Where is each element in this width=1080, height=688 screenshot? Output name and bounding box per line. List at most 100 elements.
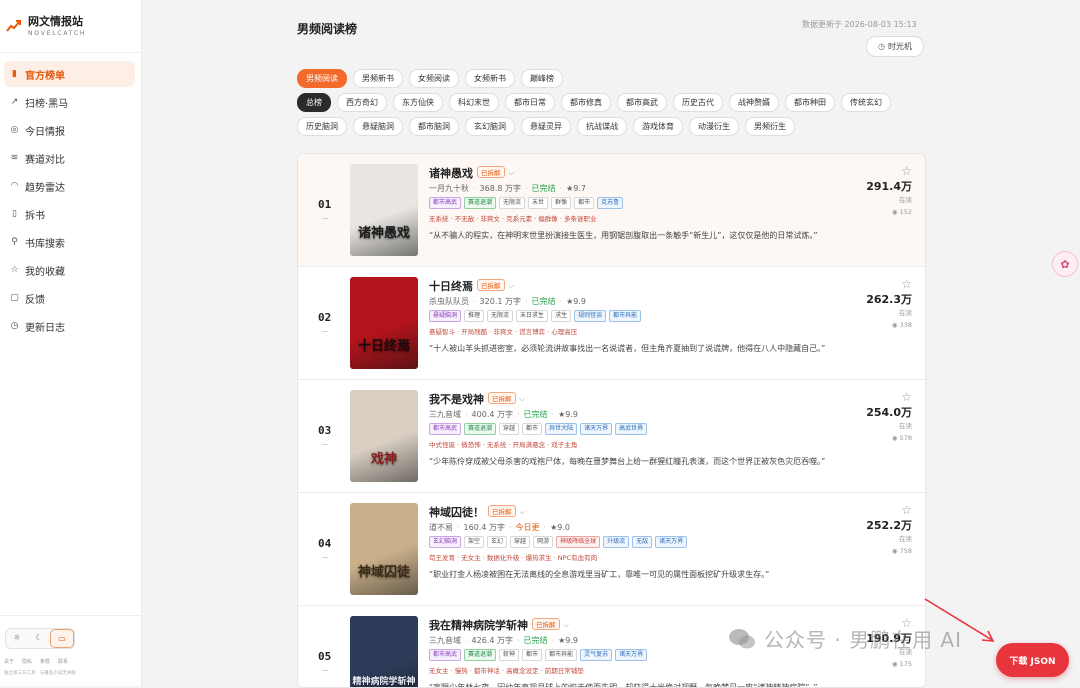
favorite-star-icon[interactable]: ☆	[901, 277, 912, 291]
sidebar-item-3[interactable]: ≋ 赛道对比	[4, 145, 135, 171]
footer-link[interactable]: 隐私	[22, 658, 32, 665]
rank-type-tab[interactable]: 男频新书	[353, 69, 403, 88]
brand[interactable]: 网文情报站 NOVELCATCH	[0, 0, 141, 53]
book-tag[interactable]: 架空	[464, 536, 485, 548]
sidebar-item-4[interactable]: ◠ 趋势雷达	[4, 173, 135, 199]
category-tab[interactable]: 东方仙侠	[393, 93, 443, 112]
book-author[interactable]: 道不易	[429, 523, 453, 532]
category-tab[interactable]: 都市高武	[617, 93, 667, 112]
book-title[interactable]: 神域囚徒！ 已拆解 ⌵	[429, 504, 525, 520]
split-badge[interactable]: 已拆解	[488, 392, 516, 404]
sidebar-item-7[interactable]: ☆ 我的收藏	[4, 257, 135, 283]
split-badge[interactable]: 已拆解	[477, 279, 505, 291]
category-tab[interactable]: 都市修真	[561, 93, 611, 112]
footer-link[interactable]: 关于	[4, 658, 14, 665]
book-tag[interactable]: 求生	[551, 310, 572, 322]
book-tag[interactable]: 都市高武	[429, 197, 462, 209]
book-tag[interactable]: 诸天万界	[655, 536, 688, 548]
book-tag[interactable]: 穿越	[499, 423, 520, 435]
book-tag[interactable]: 诸天万界	[615, 649, 648, 661]
book-tag[interactable]: 斩神	[499, 649, 520, 661]
dark-theme-icon[interactable]: ☾	[28, 629, 50, 646]
book-cover[interactable]: 神域囚徒	[350, 503, 418, 595]
category-tab[interactable]: 都市种田	[785, 93, 835, 112]
book-tag[interactable]: 诸天万界	[580, 423, 613, 435]
rank-type-tab[interactable]: 男频阅读	[297, 69, 347, 88]
rank-type-tab[interactable]: 巅峰榜	[521, 69, 563, 88]
book-tag[interactable]: 克苏鲁	[597, 197, 624, 209]
footer-link[interactable]: 条款	[40, 658, 50, 665]
chevron-down-icon[interactable]: ⌵	[520, 508, 525, 516]
sidebar-item-5[interactable]: ▯ 拆书	[4, 201, 135, 227]
system-theme-icon[interactable]: ▭	[50, 629, 74, 648]
sidebar-item-9[interactable]: ◷ 更新日志	[4, 313, 135, 339]
sidebar-item-0[interactable]: ▮ 官方榜单	[4, 61, 135, 87]
book-tag[interactable]: 赛道退潮	[464, 649, 497, 661]
book-tag[interactable]: 无限流	[499, 197, 526, 209]
book-row[interactable]: 01— 诸神愚戏 诸神愚戏 已拆解 ⌵ 一月九十秋 · 368.8 万字 · 已完结 · ★9.7 都市…	[298, 154, 925, 267]
book-tag[interactable]: 灵气复苏	[580, 649, 613, 661]
category-tab[interactable]: 悬疑脑洞	[353, 117, 403, 136]
book-tag[interactable]: 推理	[464, 310, 485, 322]
book-tag[interactable]: 神级降临全球	[556, 536, 601, 548]
book-row[interactable]: 03— 戏神 我不是戏神 已拆解 ⌵ 三九音域 · 400.4 万字 · 已完结 · ★9.9 都市高武…	[298, 380, 925, 493]
book-tag[interactable]: 都市异能	[545, 649, 578, 661]
book-tag[interactable]: 都市高武	[429, 423, 462, 435]
chevron-down-icon[interactable]: ⌵	[520, 395, 525, 403]
book-row[interactable]: 04— 神域囚徒 神域囚徒！ 已拆解 ⌵ 道不易 · 160.4 万字 · 今日更 · ★9.0 玄幻脑…	[298, 493, 925, 606]
book-author[interactable]: 一月九十秋	[429, 184, 469, 193]
book-tag[interactable]: 赛道退潮	[464, 197, 497, 209]
sidebar-item-8[interactable]: ▢ 反馈	[4, 285, 135, 311]
download-json-button[interactable]: 下载 JSON	[996, 643, 1069, 677]
split-badge[interactable]: 已拆解	[488, 505, 516, 517]
category-tab[interactable]: 历史古代	[673, 93, 723, 112]
book-tag[interactable]: 悬疑脑洞	[429, 310, 462, 322]
favorite-star-icon[interactable]: ☆	[901, 390, 912, 404]
book-cover[interactable]: 十日终焉	[350, 277, 418, 369]
light-theme-icon[interactable]: ☼	[6, 629, 28, 646]
category-tab[interactable]: 西方奇幻	[337, 93, 387, 112]
book-tag[interactable]: 都市	[522, 649, 543, 661]
chevron-down-icon[interactable]: ⌵	[509, 282, 514, 290]
category-tab[interactable]: 科幻末世	[449, 93, 499, 112]
book-cover[interactable]: 戏神	[350, 390, 418, 482]
rank-type-tab[interactable]: 女频阅读	[409, 69, 459, 88]
category-tab[interactable]: 男频衍生	[745, 117, 795, 136]
book-tag[interactable]: 升级流	[603, 536, 630, 548]
book-tag[interactable]: 玄幻脑洞	[429, 536, 462, 548]
favorite-star-icon[interactable]: ☆	[901, 503, 912, 517]
book-tag[interactable]: 都市	[574, 197, 595, 209]
category-tab[interactable]: 传统玄幻	[841, 93, 891, 112]
category-tab[interactable]: 总榜	[297, 93, 331, 112]
book-tag[interactable]: 高武世界	[615, 423, 648, 435]
category-tab[interactable]: 历史脑洞	[297, 117, 347, 136]
book-tag[interactable]: 赛道退潮	[464, 423, 497, 435]
book-tag[interactable]: 网游	[533, 536, 554, 548]
book-author[interactable]: 三九音域	[429, 410, 461, 419]
sidebar-item-2[interactable]: ◎ 今日情报	[4, 117, 135, 143]
split-badge[interactable]: 已拆解	[532, 618, 560, 630]
category-tab[interactable]: 悬疑灵异	[521, 117, 571, 136]
category-tab[interactable]: 抗战谍战	[577, 117, 627, 136]
floating-assistant-icon[interactable]: ✿	[1052, 251, 1078, 277]
book-tag[interactable]: 都市异能	[609, 310, 642, 322]
book-tag[interactable]: 无限流	[487, 310, 514, 322]
category-tab[interactable]: 玄幻脑洞	[465, 117, 515, 136]
book-title[interactable]: 我不是戏神 已拆解 ⌵	[429, 391, 525, 407]
category-tab[interactable]: 都市日常	[505, 93, 555, 112]
book-title[interactable]: 十日终焉 已拆解 ⌵	[429, 278, 514, 294]
category-tab[interactable]: 动漫衍生	[689, 117, 739, 136]
rank-type-tab[interactable]: 女频新书	[465, 69, 515, 88]
category-tab[interactable]: 战神赘婿	[729, 93, 779, 112]
book-tag[interactable]: 末世	[528, 197, 549, 209]
book-author[interactable]: 三九音域	[429, 636, 461, 645]
book-tag[interactable]: 穿越	[510, 536, 531, 548]
book-cover[interactable]: 诸神愚戏	[350, 164, 418, 256]
sidebar-item-1[interactable]: ↗ 扫榜·黑马	[4, 89, 135, 115]
time-machine-button[interactable]: ◷ 时光机	[866, 36, 924, 57]
book-tag[interactable]: 异世大陆	[545, 423, 578, 435]
book-tag[interactable]: 末日求生	[516, 310, 549, 322]
book-tag[interactable]: 无敌	[632, 536, 653, 548]
sidebar-item-6[interactable]: ⚲ 书库搜索	[4, 229, 135, 255]
category-tab[interactable]: 游戏体育	[633, 117, 683, 136]
